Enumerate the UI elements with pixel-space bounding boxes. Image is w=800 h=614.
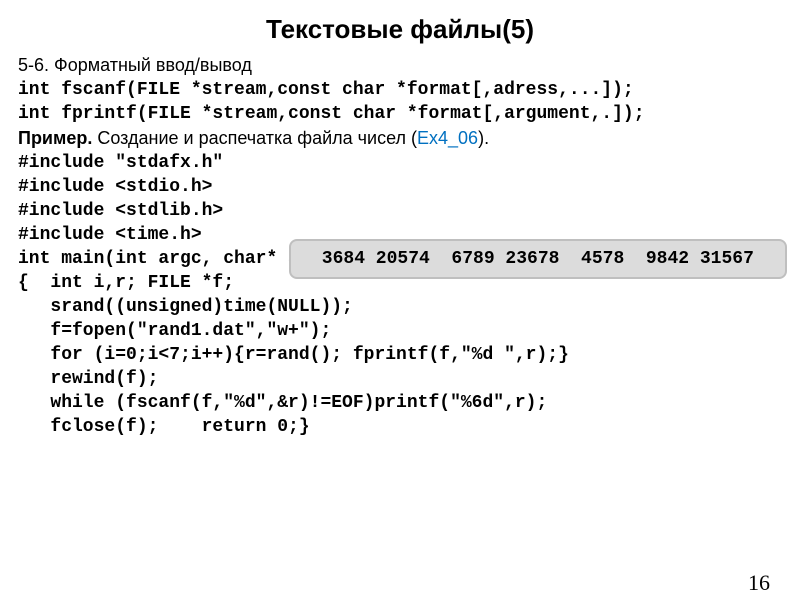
program-output-box: 3684 20574 6789 23678 4578 9842 31567	[289, 239, 787, 279]
code-line-2: #include <stdio.h>	[18, 177, 800, 197]
example-intro: Пример. Создание и распечатка файла чисе…	[18, 128, 800, 149]
example-after: ).	[478, 128, 489, 148]
example-label: Пример.	[18, 128, 92, 148]
code-line-1: #include "stdafx.h"	[18, 153, 800, 173]
code-line-3: #include <stdlib.h>	[18, 201, 800, 221]
prototype-fscanf: int fscanf(FILE *stream,const char *form…	[18, 80, 800, 100]
code-line-10: rewind(f);	[18, 369, 800, 389]
page-number: 16	[748, 570, 770, 596]
code-line-9: for (i=0;i<7;i++){r=rand(); fprintf(f,"%…	[18, 345, 800, 365]
code-line-7: srand((unsigned)time(NULL));	[18, 297, 800, 317]
code-line-11: while (fscanf(f,"%d",&r)!=EOF)printf("%6…	[18, 393, 800, 413]
example-text: Создание и распечатка файла чисел (	[92, 128, 417, 148]
prototype-fprintf: int fprintf(FILE *stream,const char *for…	[18, 104, 800, 124]
code-line-8: f=fopen("rand1.dat","w+");	[18, 321, 800, 341]
code-line-12: fclose(f); return 0;}	[18, 417, 800, 437]
example-link: Ex4_06	[417, 128, 478, 148]
section-heading: 5-6. Форматный ввод/вывод	[18, 55, 800, 76]
slide-title: Текстовые файлы(5)	[0, 14, 800, 45]
